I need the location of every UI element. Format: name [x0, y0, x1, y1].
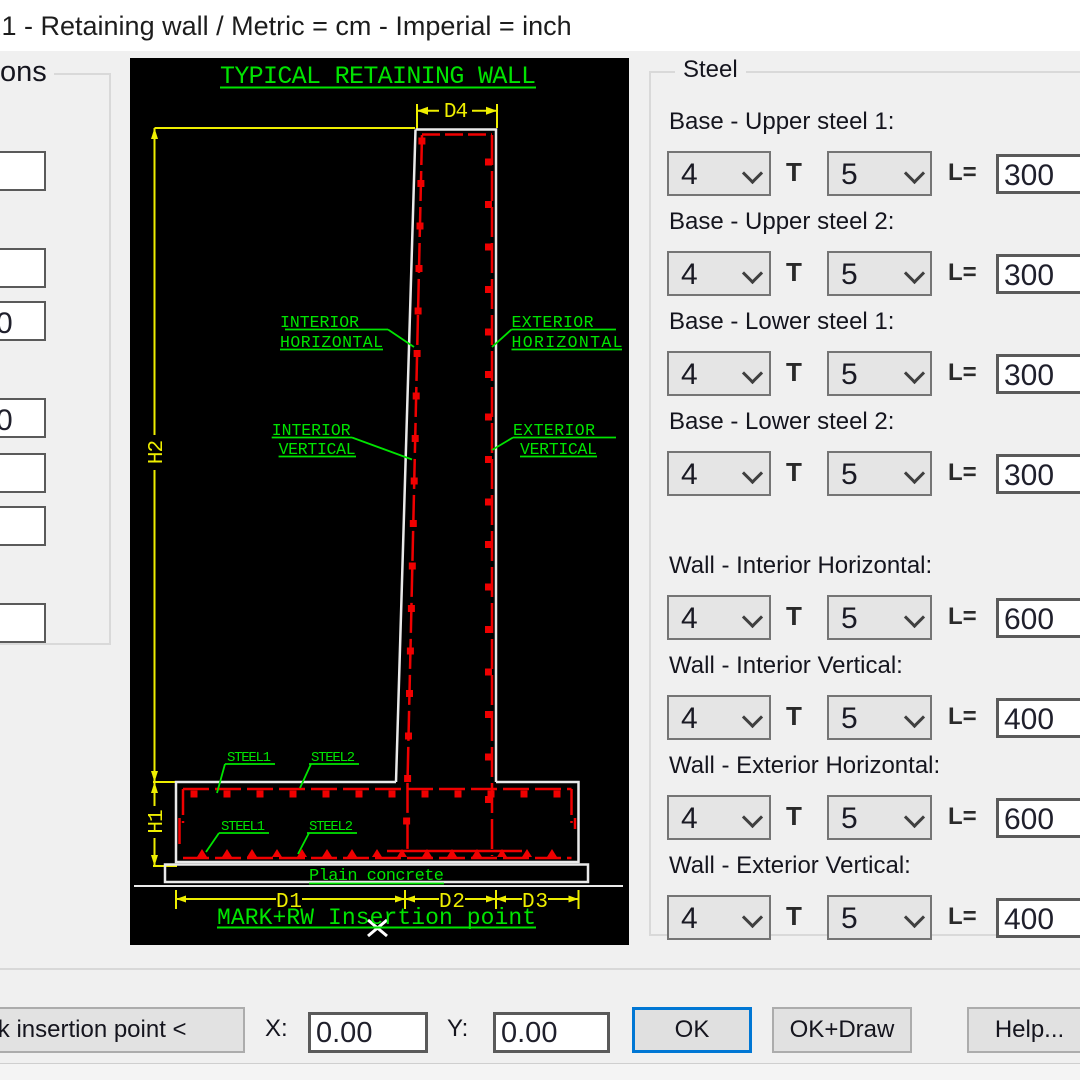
svg-text:H2: H2 — [146, 441, 169, 465]
svg-text:H1: H1 — [146, 810, 169, 834]
svg-text:D4: D4 — [444, 101, 468, 124]
